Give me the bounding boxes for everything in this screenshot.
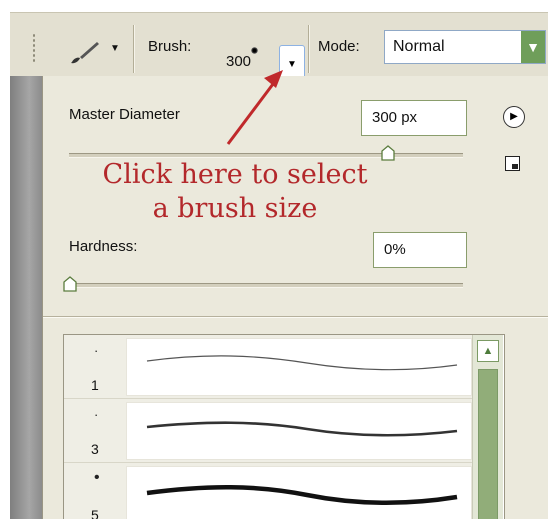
caret-down-icon: ▼ — [287, 59, 297, 70]
preset-size: 3 — [91, 441, 99, 457]
new-preset-icon[interactable] — [505, 156, 520, 171]
photoshop-brush-options: ▼ Brush: 300 ▼ Mode: Normal ▼ Master Dia… — [0, 0, 548, 519]
scrollbar-thumb[interactable] — [478, 369, 498, 519]
master-diameter-slider-thumb[interactable] — [381, 145, 395, 161]
annotation-line-1: Click here to select — [102, 159, 368, 190]
brush-icon[interactable] — [68, 38, 102, 66]
hardness-field[interactable]: 0% — [373, 232, 467, 268]
preset-tip-dot: · — [94, 343, 99, 358]
tool-preset-caret-icon[interactable]: ▼ — [110, 43, 120, 54]
toolbar-grip[interactable] — [32, 33, 36, 63]
mode-value: Normal — [393, 38, 445, 55]
hardness-value: 0% — [384, 241, 406, 258]
preset-list-scrollbar[interactable]: ▲ — [472, 335, 503, 519]
master-diameter-field[interactable]: 300 px — [361, 100, 467, 136]
brush-preset-row[interactable]: · 3 — [64, 399, 472, 464]
hardness-slider[interactable] — [69, 283, 463, 288]
brush-preset-list: · 1 · 3 • 5 ▲ — [63, 334, 505, 519]
preset-size: 5 — [91, 507, 99, 519]
brush-preset-row[interactable]: · 1 — [64, 335, 472, 400]
separator — [133, 25, 134, 73]
brush-size-readout: 300 — [226, 53, 252, 70]
separator — [308, 25, 309, 73]
chevron-up-icon[interactable]: ▲ — [477, 340, 499, 362]
brush-preset-picker: Master Diameter 300 px ▶ Click here to s… — [42, 76, 548, 519]
chevron-down-icon[interactable]: ▼ — [521, 31, 545, 63]
preset-tip-dot: · — [94, 407, 99, 422]
brush-label: Brush: — [148, 38, 192, 55]
brush-tip-preview — [251, 47, 258, 54]
preset-tip-dot: • — [94, 469, 100, 486]
mode-select[interactable]: Normal ▼ — [384, 30, 546, 64]
master-diameter-value: 300 px — [372, 109, 418, 126]
mode-label: Mode: — [318, 38, 360, 55]
preset-stroke-preview — [126, 338, 472, 396]
brush-preset-row[interactable]: • 5 — [64, 463, 472, 519]
master-diameter-label: Master Diameter — [69, 106, 180, 123]
options-bar: ▼ Brush: 300 ▼ Mode: Normal ▼ — [10, 12, 548, 85]
hardness-label: Hardness: — [69, 238, 138, 255]
preset-size: 1 — [91, 377, 99, 393]
annotation-line-2: a brush size — [152, 193, 318, 224]
preset-stroke-preview — [126, 466, 472, 519]
divider — [43, 316, 548, 317]
annotation-text: Click here to select a brush size — [95, 158, 375, 226]
tools-panel-edge — [10, 76, 42, 519]
flyout-arrow-icon[interactable]: ▶ — [503, 106, 525, 128]
preset-stroke-preview — [126, 402, 472, 460]
hardness-slider-thumb[interactable] — [63, 276, 77, 292]
